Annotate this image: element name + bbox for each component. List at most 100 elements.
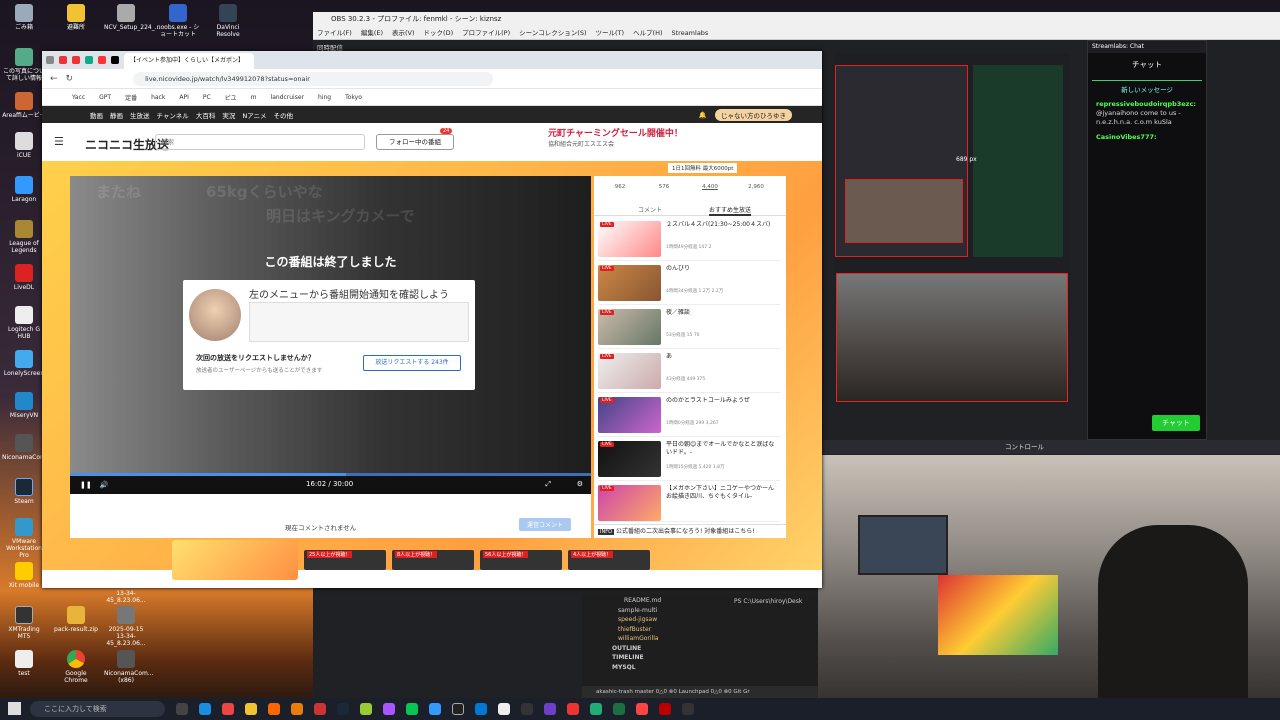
- desktop-icon[interactable]: Google Chrome: [54, 650, 98, 684]
- line-icon[interactable]: [406, 703, 418, 715]
- obs-icon[interactable]: [452, 703, 464, 715]
- tab-icon[interactable]: [59, 56, 67, 64]
- menu-dock[interactable]: ドック(D): [424, 29, 454, 37]
- desktop-icon[interactable]: pack-result.zip: [54, 606, 98, 633]
- menu-help[interactable]: ヘルプ(H): [633, 29, 662, 37]
- desktop-icon[interactable]: test: [2, 650, 46, 677]
- desktop-icon[interactable]: DaVinci Resolve: [206, 4, 250, 38]
- nav-dic[interactable]: 大百科: [196, 110, 216, 120]
- chat-send-button[interactable]: チャット: [1152, 415, 1200, 431]
- menu-profile[interactable]: プロファイル(P): [462, 29, 510, 37]
- excel-icon[interactable]: [613, 703, 625, 715]
- tab-comments[interactable]: コメント: [638, 205, 662, 214]
- desktop-icon[interactable]: Laragon: [2, 176, 46, 203]
- filezilla-icon[interactable]: [659, 703, 671, 715]
- bell-icon[interactable]: 🔔: [699, 111, 707, 119]
- bookmark[interactable]: ピユ: [225, 93, 237, 102]
- desktop-icon[interactable]: NiconamaCom...: [2, 434, 52, 461]
- explorer-icon[interactable]: [245, 703, 257, 715]
- nav-jikkyo[interactable]: 実況: [222, 110, 235, 120]
- brave-icon[interactable]: [268, 703, 280, 715]
- app-icon[interactable]: [314, 703, 326, 715]
- superstar-banner[interactable]: [172, 540, 298, 580]
- nav-live[interactable]: 生放送: [130, 110, 150, 120]
- desktop-icon[interactable]: この写真について詳しい情報: [2, 48, 46, 82]
- menu-scene-collection[interactable]: シーンコレクション(S): [519, 29, 586, 37]
- url-field[interactable]: live.nicovideo.jp/watch/lv349912078?stat…: [133, 71, 494, 86]
- app-icon[interactable]: [590, 703, 602, 715]
- desktop-icon[interactable]: Steam: [2, 478, 46, 505]
- ranking-item[interactable]: 4人以上が視聴！: [568, 550, 650, 570]
- search-input[interactable]: 検索: [155, 134, 365, 150]
- bookmark[interactable]: Tokyo: [345, 94, 362, 101]
- menu-view[interactable]: 表示(V): [392, 29, 415, 37]
- edge-icon[interactable]: [199, 703, 211, 715]
- comment-submit-button[interactable]: 運営コメント: [518, 518, 571, 531]
- bookmark[interactable]: GPT: [99, 94, 111, 101]
- menu-icon[interactable]: ☰: [54, 135, 64, 148]
- obs-preview[interactable]: 689 px: [835, 53, 1070, 403]
- pause-icon[interactable]: ❚❚: [80, 481, 92, 489]
- desktop-icon[interactable]: 2025-09-15 13-34-45_8.23.06...: [104, 606, 148, 648]
- settings-icon[interactable]: ⚙: [577, 480, 583, 488]
- nav-anime[interactable]: Nアニメ: [242, 110, 266, 120]
- reload-icon[interactable]: ↻: [66, 74, 74, 84]
- bookmark[interactable]: hing: [318, 94, 331, 101]
- blender-icon[interactable]: [291, 703, 303, 715]
- taskbar-search[interactable]: ここに入力して検索: [30, 701, 165, 717]
- active-tab[interactable]: 【イベント参加中】くらしい【メガボン】: [124, 53, 254, 69]
- vscode-icon[interactable]: [475, 703, 487, 715]
- app-icon[interactable]: [636, 703, 648, 715]
- app-icon[interactable]: [498, 703, 510, 715]
- request-broadcast-button[interactable]: 放送リクエストする 243件: [363, 355, 461, 371]
- preview-source-chat[interactable]: [973, 65, 1063, 257]
- desktop-icon[interactable]: Xit mobile: [2, 562, 46, 589]
- bookmark[interactable]: Yacc: [72, 94, 85, 101]
- app-icon[interactable]: [567, 703, 579, 715]
- bookmark[interactable]: API: [179, 94, 189, 101]
- desktop-icon[interactable]: LonelyScreen: [2, 350, 46, 377]
- back-icon[interactable]: ←: [50, 74, 58, 84]
- desktop-icon[interactable]: iCUE: [2, 132, 46, 159]
- tab-icon[interactable]: [85, 56, 93, 64]
- nav-more[interactable]: その他: [274, 110, 294, 120]
- tab-icon[interactable]: [72, 56, 80, 64]
- preview-source-camera-small[interactable]: [845, 179, 963, 243]
- steam-icon[interactable]: [337, 703, 349, 715]
- mt5-icon[interactable]: [682, 703, 694, 715]
- chrome-icon[interactable]: [222, 703, 234, 715]
- menu-tools[interactable]: ツール(T): [595, 29, 624, 37]
- ranking-item[interactable]: 8人以上が視聴！: [392, 550, 474, 570]
- follow-programs-button[interactable]: フォロー中の番組: [376, 134, 454, 150]
- recommended-item[interactable]: LIVE ２スバル４スバ(21:30~25:00４スバ) 1時間49分経過 147 …: [598, 218, 780, 261]
- desktop-icon[interactable]: 避難所: [54, 4, 98, 31]
- menu-file[interactable]: ファイル(F): [317, 29, 352, 37]
- seek-bar[interactable]: [70, 473, 591, 476]
- terminal[interactable]: PS C:\Users\hiroy\Desk: [734, 598, 818, 688]
- bookmark[interactable]: 定番: [125, 93, 137, 102]
- nav-channel[interactable]: チャンネル: [157, 110, 189, 120]
- video-player[interactable]: またね 65kgくらいやな 明日はキングカメーで この番組は終了しました 左のメ…: [70, 176, 591, 494]
- menu-streamlabs[interactable]: Streamlabs: [672, 29, 709, 37]
- desktop-icon[interactable]: Logitech G HUB: [2, 306, 46, 340]
- recommended-item[interactable]: LIVE 平日の朝😊までオールでかなとと涙ばないドド。- 1時間15分経過 5,42…: [598, 438, 780, 481]
- nav-douga[interactable]: 動画: [90, 110, 103, 120]
- desktop-icon[interactable]: NiconamaCom... (x86): [104, 650, 154, 684]
- desktop-icon[interactable]: Areaffiムービー: [2, 92, 46, 119]
- desktop-icon[interactable]: League of Legends: [2, 220, 46, 254]
- tab-icon[interactable]: [111, 56, 119, 64]
- bookmark[interactable]: PC: [203, 94, 211, 101]
- desktop-icon[interactable]: NCV_Setup_224_...: [104, 4, 160, 31]
- nav-seiga[interactable]: 静画: [110, 110, 123, 120]
- app-icon[interactable]: [429, 703, 441, 715]
- start-icon[interactable]: [8, 702, 21, 715]
- info-banner[interactable]: INFO 公式番組の二次出会事になろう! 対象番組はこちら!: [594, 524, 786, 538]
- ranking-item[interactable]: 56人以上が視聴！: [480, 550, 562, 570]
- ad-banner[interactable]: 元町チャーミングセール開催中！ 協和組合元町エスエス会: [548, 126, 738, 157]
- recommended-item[interactable]: LIVE あ 43分経過 449 375: [598, 350, 780, 393]
- recommended-item[interactable]: LIVE 【メガホン下さい】ニコゲーやつかーんお絵描き四川、ちぐもくタイル-: [598, 482, 780, 522]
- user-menu[interactable]: じゃない方のひろゆき: [715, 108, 792, 121]
- desktop-icon[interactable]: ごみ箱: [2, 4, 46, 31]
- desktop-icon[interactable]: MiseryVN: [2, 392, 46, 419]
- recommended-item[interactable]: LIVE ののかとラストコールみようぜ 1時間0分経過 299 3,267: [598, 394, 780, 437]
